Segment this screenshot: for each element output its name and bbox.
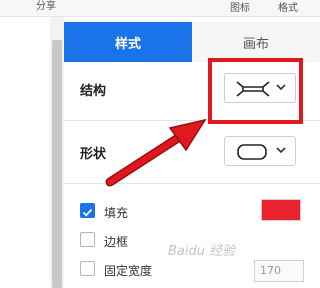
shape-dropdown[interactable] [224,136,296,166]
structure-label: 结构 [80,84,107,99]
highlight-box [208,58,303,124]
watermark: Baidu 经验 [168,244,236,259]
chevron-down-icon [276,147,286,154]
fill-color-swatch[interactable] [261,199,301,221]
rounded-rectangle-icon [237,144,267,160]
icon-tab[interactable]: 图标 [230,2,250,16]
border-label: 边框 [104,235,129,249]
tab-style[interactable]: 样式 [64,22,192,62]
share-button[interactable]: 分享 [36,0,56,14]
fixed-width-label: 固定宽度 [104,264,153,278]
top-toolbar: 分享 图标 格式 [0,0,320,17]
divider [64,183,320,184]
fill-checkbox[interactable] [80,203,95,218]
checkmark-icon [82,208,93,217]
fixed-width-input[interactable]: 170 [254,260,304,282]
fixed-width-checkbox[interactable] [80,261,95,276]
tab-style-label: 样式 [114,36,141,52]
border-checkbox[interactable] [80,232,95,247]
tab-canvas[interactable]: 画布 [192,22,320,62]
scrollbar-thumb[interactable] [52,40,62,288]
format-tab[interactable]: 格式 [278,2,298,16]
tab-canvas-label: 画布 [242,36,269,52]
canvas-area [0,17,50,288]
shape-label: 形状 [80,147,107,162]
fill-label: 填充 [104,206,129,220]
